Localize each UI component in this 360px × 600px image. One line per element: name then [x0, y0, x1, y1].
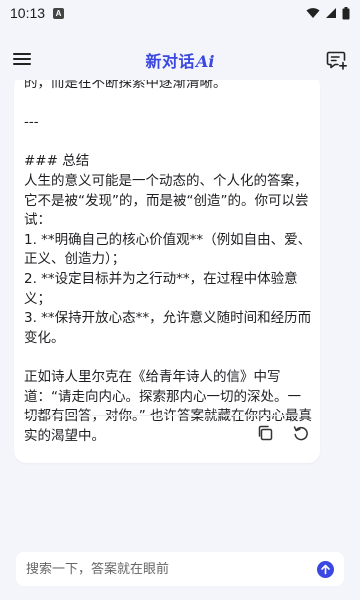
- new-chat-button[interactable]: [326, 49, 348, 71]
- message-heading: ### 总结: [24, 153, 90, 170]
- message-summary: 人生的意义可能是一个动态的、个人化的答案，它不是被“发现”的，而是被“创造”的。…: [24, 172, 309, 229]
- message-list-item: 2. **设定目标并为之行动**，在过程中体验意义；: [24, 270, 298, 307]
- app-header: 新对话Ai: [0, 40, 360, 80]
- send-button[interactable]: [317, 560, 334, 578]
- message-body: 的，而是在不断探索中逐渐清晰。 --- ### 总结 人生的意义可能是一个动态的…: [24, 80, 314, 446]
- search-input[interactable]: [26, 561, 317, 577]
- send-arrow-icon: [321, 564, 330, 574]
- status-indicators: [306, 6, 350, 20]
- status-time: 10:13: [10, 5, 46, 21]
- input-bar: [0, 540, 360, 600]
- copy-icon: [258, 425, 273, 441]
- status-bar: 10:13 A: [0, 0, 360, 26]
- message-actions: [254, 422, 312, 444]
- title-ai-logo: Ai: [196, 52, 215, 71]
- page-title: 新对话Ai: [145, 48, 214, 72]
- assistant-message-card: 的，而是在不断探索中逐渐清晰。 --- ### 总结 人生的意义可能是一个动态的…: [14, 80, 320, 463]
- message-list-item: 3. **保持开放心态**，允许意义随时间和经历而变化。: [24, 310, 312, 346]
- refresh-icon: [293, 426, 308, 441]
- message-separator: ---: [24, 114, 39, 131]
- menu-button[interactable]: [12, 50, 32, 70]
- battery-icon: [342, 6, 350, 19]
- menu-icon: [12, 53, 32, 65]
- message-list-item: 1. **明确自己的核心价值观**（例如自由、爱、正义、创造力）；: [24, 231, 312, 268]
- copy-button[interactable]: [254, 422, 276, 444]
- input-container: [16, 552, 344, 586]
- message-cut-line: 的，而是在不断探索中逐渐清晰。: [24, 80, 227, 91]
- regenerate-button[interactable]: [290, 422, 312, 444]
- chat-area[interactable]: 的，而是在不断探索中逐渐清晰。 --- ### 总结 人生的意义可能是一个动态的…: [0, 80, 360, 535]
- card-divider: [24, 415, 310, 416]
- wifi-icon: [306, 8, 320, 18]
- notification-icon: A: [53, 7, 65, 19]
- signal-icon: [326, 8, 336, 18]
- title-text: 新对话: [145, 52, 195, 71]
- new-chat-icon: [326, 51, 348, 70]
